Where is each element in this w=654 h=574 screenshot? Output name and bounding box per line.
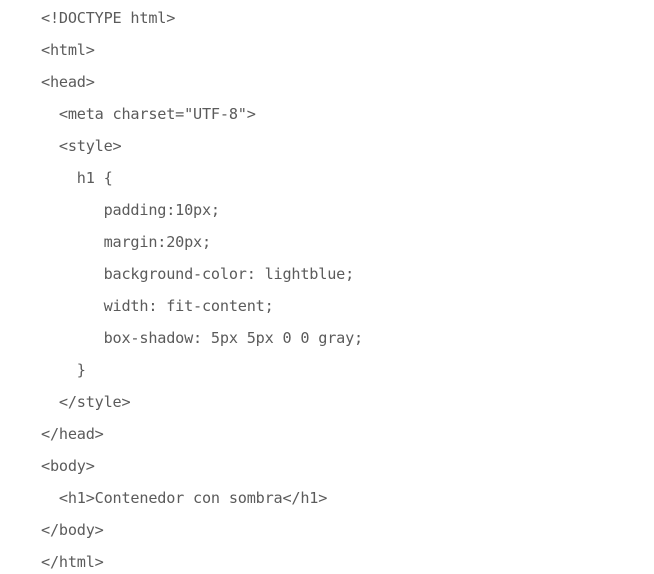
code-line-html-close: </html> [41, 553, 104, 571]
code-line-body-open: <body> [41, 457, 95, 475]
code-line-width: width: fit-content; [41, 297, 274, 315]
code-line-style-open: <style> [41, 137, 122, 155]
code-listing: <!DOCTYPE html> <html> <head> <meta char… [41, 6, 641, 571]
code-line-doctype: <!DOCTYPE html> [41, 9, 176, 27]
code-line-margin: margin:20px; [41, 233, 212, 251]
code-line-box-shadow: box-shadow: 5px 5px 0 0 gray; [41, 329, 364, 347]
code-line-style-close: </style> [41, 393, 131, 411]
code-line-html-open: <html> [41, 41, 95, 59]
code-line-background: background-color: lightblue; [41, 265, 355, 283]
code-line-h1-selector: h1 { [41, 169, 113, 187]
code-line-head-close: </head> [41, 425, 104, 443]
code-line-padding: padding:10px; [41, 201, 220, 219]
code-line-body-close: </body> [41, 521, 104, 539]
code-line-h1-element: <h1>Contenedor con sombra</h1> [41, 489, 328, 507]
code-line-meta-charset: <meta charset="UTF-8"> [41, 105, 256, 123]
code-line-rule-close: } [41, 361, 86, 379]
code-line-head-open: <head> [41, 73, 95, 91]
